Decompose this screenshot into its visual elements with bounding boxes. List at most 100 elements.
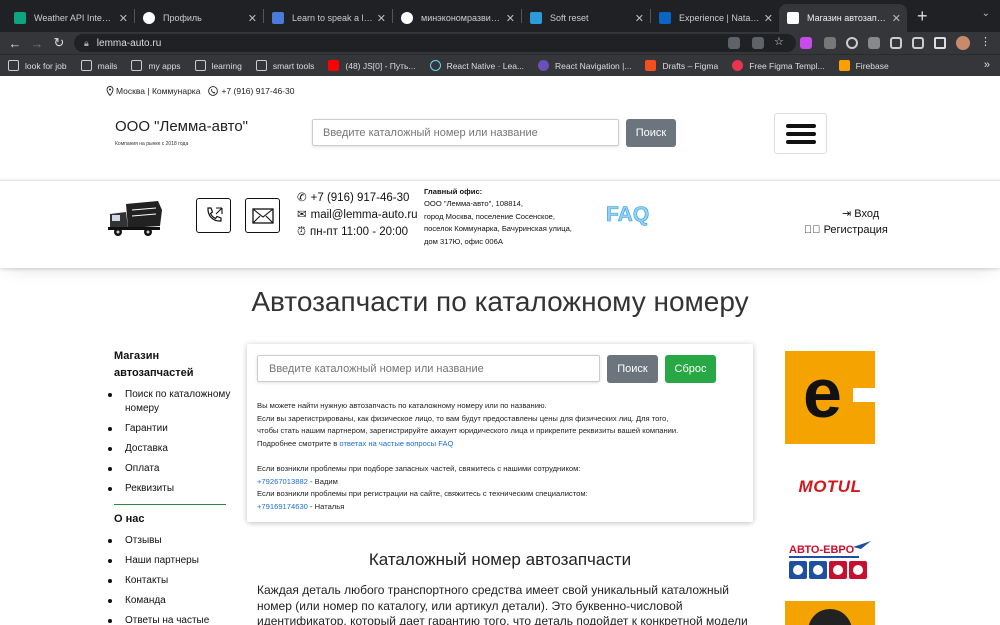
bookmark-link[interactable]: (48) JS[0] - Путь... xyxy=(328,60,416,71)
close-icon[interactable]: ✕ xyxy=(506,12,515,25)
tab-title: Профиль xyxy=(163,13,202,23)
tab-title: Learn to speak a langu xyxy=(292,13,373,23)
bookmark-folder[interactable]: smart tools xyxy=(255,60,314,71)
bookmark-link[interactable]: React Navigation |... xyxy=(538,60,631,71)
extension-icon[interactable] xyxy=(846,37,858,49)
envelope-icon[interactable] xyxy=(245,198,280,233)
bookmark-label: Free Figma Templ... xyxy=(749,60,825,71)
phone-link-vadim[interactable]: +79267013882 xyxy=(257,477,308,486)
bookmark-link[interactable]: Free Figma Templ... xyxy=(732,60,825,71)
header-search-button[interactable]: Поиск xyxy=(626,119,676,147)
lock-icon: 🔒︎ xyxy=(84,37,89,48)
bookmark-folder[interactable]: learning xyxy=(194,60,242,71)
contact-phone[interactable]: ✆ +7 (916) 917-46-30 xyxy=(297,190,418,207)
extension-icon[interactable] xyxy=(824,37,836,49)
browser-tab[interactable]: Soft reset ✕ xyxy=(522,4,650,32)
folder-icon xyxy=(194,60,206,71)
extension-icon[interactable] xyxy=(912,37,924,49)
catalog-search-button[interactable]: Поиск xyxy=(607,355,658,383)
figma-icon xyxy=(645,60,657,71)
reload-icon[interactable]: ↻ xyxy=(48,35,70,51)
close-icon[interactable]: ✕ xyxy=(248,12,257,25)
tab-title: Магазин автозапчаст xyxy=(807,13,888,23)
bookmark-folder[interactable]: look for job xyxy=(8,60,67,71)
back-icon[interactable]: ← xyxy=(4,36,26,51)
callback-icon[interactable] xyxy=(196,198,231,233)
close-icon[interactable]: ✕ xyxy=(892,12,901,25)
hamburger-menu-icon[interactable] xyxy=(774,113,827,154)
bookmark-link[interactable]: Drafts – Figma xyxy=(645,60,718,71)
browser-tab[interactable]: Learn to speak a langu ✕ xyxy=(264,4,392,32)
sidebar-item-guarantees[interactable]: Гарантии xyxy=(106,422,232,436)
phone-link-natalya[interactable]: +79169174630 xyxy=(257,502,308,511)
sidebar-item-catalog-search[interactable]: Поиск по каталожному номеру xyxy=(106,388,232,416)
help-line: Вы можете найти нужную автозапчасть по к… xyxy=(257,401,547,410)
new-tab-icon[interactable]: + xyxy=(917,6,928,27)
bookmark-link[interactable]: Firebase xyxy=(838,60,889,71)
browser-tab[interactable]: Experience | Nataly Bi ✕ xyxy=(651,4,779,32)
help-line: чтобы стать нашим партнером, зарегистрир… xyxy=(257,426,679,436)
brand-logo-partial[interactable] xyxy=(785,601,875,625)
bookmark-folder[interactable]: my apps xyxy=(131,60,181,71)
location-text: Москва | Коммунарка xyxy=(116,86,201,96)
sidebar-item-contacts[interactable]: Контакты xyxy=(106,574,232,588)
browser-tab-active[interactable]: Магазин автозапчаст ✕ xyxy=(779,4,907,32)
tab-title: Experience | Nataly Bi xyxy=(679,13,760,23)
translate-icon[interactable] xyxy=(728,37,740,49)
close-icon[interactable]: ✕ xyxy=(377,12,386,25)
extension-icon[interactable] xyxy=(890,37,902,49)
browser-tab[interactable]: минэкономразвития ✕ xyxy=(393,4,521,32)
extension-icon[interactable] xyxy=(800,37,812,49)
close-icon[interactable]: ✕ xyxy=(119,12,128,25)
chevron-down-icon[interactable]: ⌄ xyxy=(982,8,990,19)
phone-link[interactable]: +7 (916) 917-46-30 xyxy=(208,86,294,96)
bookmark-link[interactable]: React Native · Lea... xyxy=(429,60,524,71)
menu-dots-icon[interactable]: ⋮ xyxy=(980,35,992,48)
folder-icon xyxy=(255,60,267,71)
phone-icon xyxy=(208,86,219,96)
location-link[interactable]: Москва | Коммунарка xyxy=(106,86,200,96)
bookmark-label: Firebase xyxy=(855,60,889,71)
reset-button[interactable]: Сброс xyxy=(665,355,716,383)
address-bar[interactable]: 🔒︎ lemma-auto.ru xyxy=(74,34,796,52)
brand-logo-motul[interactable]: MOTUL xyxy=(785,477,875,497)
register-link[interactable]: ✓⃝ Регистрация xyxy=(804,224,888,236)
sidebar-item-reviews[interactable]: Отзывы xyxy=(106,534,232,548)
catalog-search-input[interactable] xyxy=(257,355,600,382)
sidebar-item-requisites[interactable]: Реквизиты xyxy=(106,482,232,496)
forward-icon[interactable]: → xyxy=(26,36,48,51)
close-icon[interactable]: ✕ xyxy=(764,12,773,25)
sidebar-item-payment[interactable]: Оплата xyxy=(106,462,232,476)
header-search-input[interactable] xyxy=(312,119,619,146)
login-link[interactable]: ⇥ Вход xyxy=(842,207,879,220)
contact-email-text: mail@lemma-auto.ru xyxy=(310,209,418,221)
react-icon xyxy=(429,60,441,71)
faq-answers-link[interactable]: ответах на частые вопросы FAQ xyxy=(339,439,453,448)
company-name[interactable]: ООО "Лемма-авто" xyxy=(115,118,248,135)
contact-email[interactable]: ✉ mail@lemma-auto.ru xyxy=(297,207,418,224)
browser-tab[interactable]: Профиль ✕ xyxy=(135,4,263,32)
language-app-icon xyxy=(272,12,284,24)
sidebar-item-faq[interactable]: Ответы на частые xyxy=(106,614,232,625)
share-icon[interactable] xyxy=(752,37,764,49)
puzzle-icon[interactable] xyxy=(868,37,880,49)
brand-logo-e[interactable]: e xyxy=(785,351,875,444)
bookmark-label: my apps xyxy=(148,60,181,71)
star-icon[interactable]: ☆ xyxy=(774,35,786,48)
brand-logo-avtoevro[interactable]: АВТО-ЕВРО xyxy=(785,541,875,583)
bookmark-folder[interactable]: mails xyxy=(80,60,117,71)
login-label: Вход xyxy=(854,208,880,220)
sidebar-item-team[interactable]: Команда xyxy=(106,594,232,608)
chevron-right-icon[interactable]: » xyxy=(984,59,990,71)
close-icon[interactable]: ✕ xyxy=(635,12,644,25)
sidebar-toggle-icon[interactable] xyxy=(934,37,946,49)
avatar[interactable] xyxy=(956,36,970,50)
browser-tab-strip: Weather API Integratio ✕ Профиль ✕ Learn t… xyxy=(0,0,1000,32)
faq-link[interactable]: FAQ xyxy=(606,203,650,227)
mail-icon: ✉ xyxy=(297,209,307,221)
browser-tab[interactable]: Weather API Integratio ✕ xyxy=(6,4,134,32)
sidebar-item-partners[interactable]: Наши партнеры xyxy=(106,554,232,568)
tab-title: минэкономразвития xyxy=(421,13,502,23)
truck-logo-icon[interactable] xyxy=(108,200,164,238)
sidebar-item-delivery[interactable]: Доставка xyxy=(106,442,232,456)
